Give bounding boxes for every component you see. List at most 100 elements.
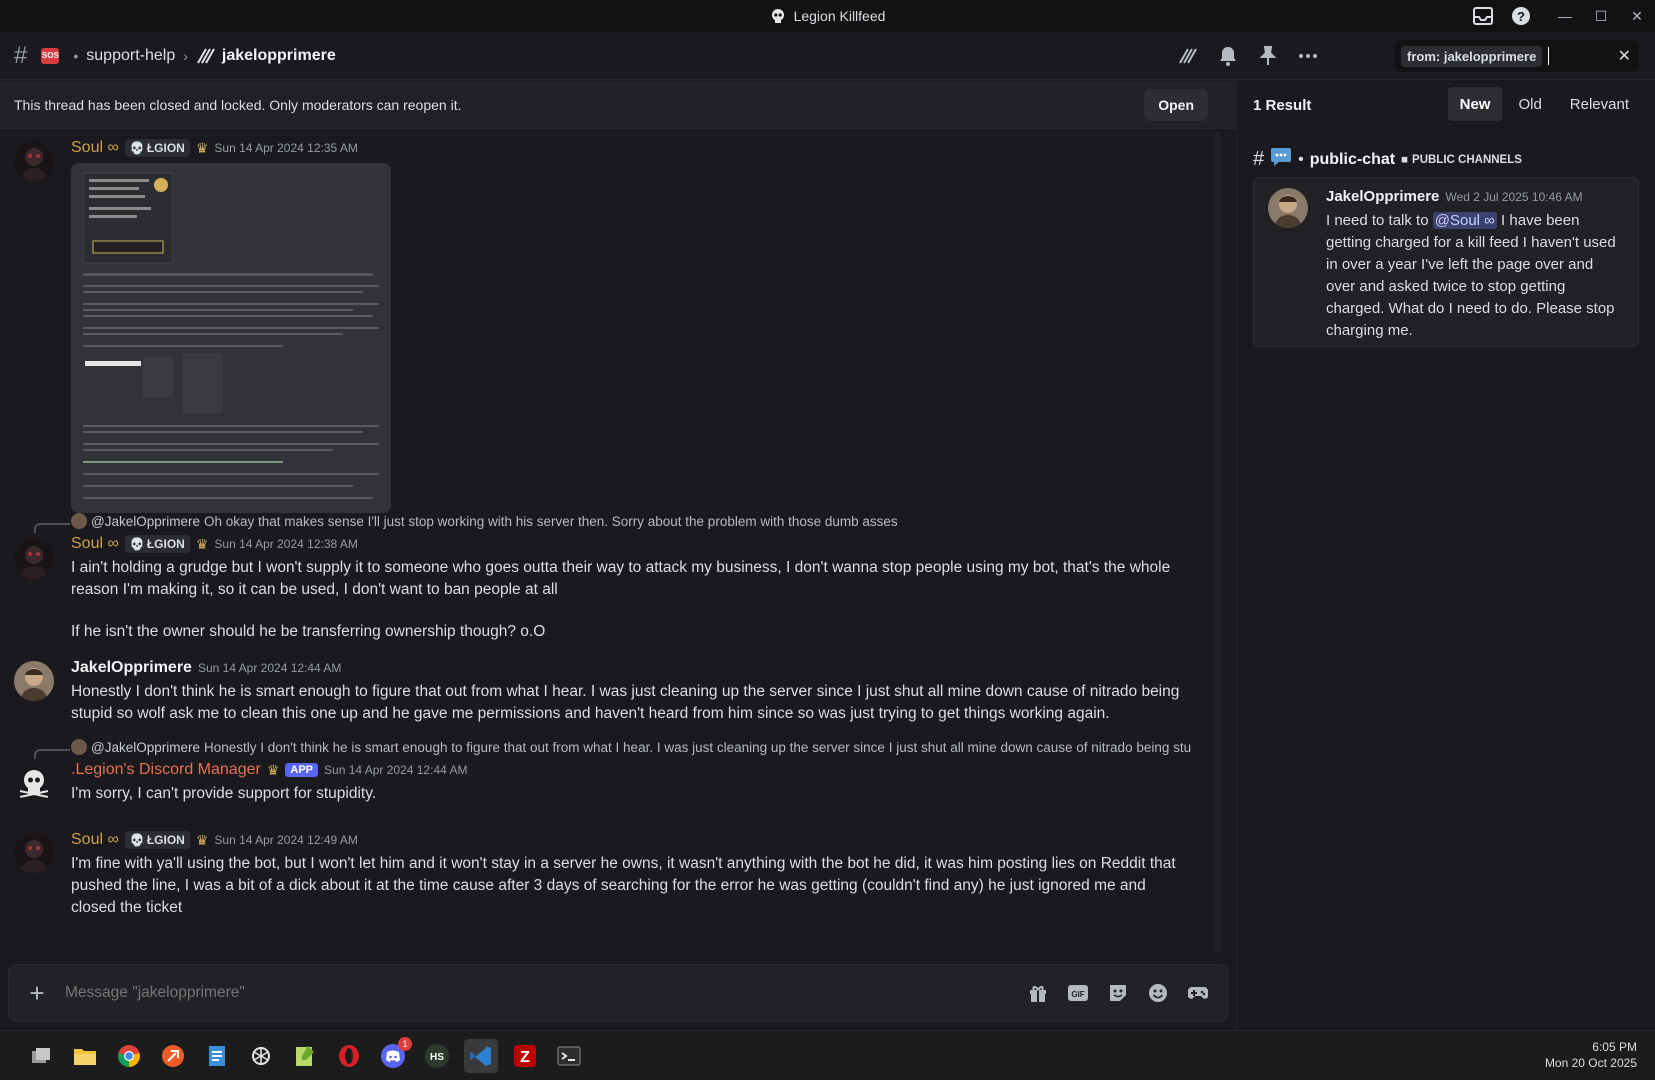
role-tag: 💀 ŁGION [124,831,190,849]
reply-avatar [71,513,87,529]
result-text: I need to talk to @Soul ∞ I have been ge… [1326,212,1616,339]
message-header: JakelOpprimere Sun 14 Apr 2024 12:44 AM [71,659,341,677]
username[interactable]: JakelOpprimere [1326,188,1439,205]
timestamp: Sun 14 Apr 2024 12:49 AM [214,833,358,847]
tab-new[interactable]: New [1447,87,1503,121]
result-channel-row[interactable]: # • public-chat ■ PUBLIC CHANNELS [1253,147,1522,172]
message-item: @JakelOpprimere Honestly I don't think h… [0,737,1220,811]
user-mention[interactable]: @Soul ∞ [1432,212,1497,229]
image-attachment[interactable] [71,163,391,513]
sos-icon: SOS [41,47,60,64]
username[interactable]: Soul ∞ [71,831,119,849]
opera-icon[interactable] [332,1039,366,1073]
open-thread-button[interactable]: Open [1144,89,1208,121]
sticker-icon[interactable] [1107,982,1129,1004]
bell-icon[interactable] [1217,45,1239,67]
clear-search-icon[interactable]: ✕ [1618,46,1631,66]
message-header: Soul ∞ 💀 ŁGION ♛ Sun 14 Apr 2024 12:38 AM [71,535,358,553]
result-channel-name[interactable]: public-chat [1310,151,1395,169]
username[interactable]: Soul ∞ [71,139,119,157]
avatar[interactable] [14,141,54,181]
taskbar-clock[interactable]: 6:05 PM Mon 20 Oct 2025 [1545,1039,1637,1071]
avatar[interactable] [1268,188,1308,228]
message-item: Soul ∞ 💀 ŁGION ♛ Sun 14 Apr 2024 12:49 AM… [0,829,1220,919]
avatar[interactable] [14,539,54,579]
search-filter-chip[interactable]: from: jakelopprimere [1401,45,1543,67]
reply-avatar [71,739,87,755]
notepadplusplus-icon[interactable] [288,1039,322,1073]
filezilla-icon[interactable]: Z [508,1039,542,1073]
activities-icon[interactable] [1187,982,1209,1004]
message-header: .Legion's Discord Manager ♛ APP Sun 14 A… [71,761,467,779]
reply-username: @JakelOpprimere [91,739,200,755]
message-pane: This thread has been closed and locked. … [0,81,1236,1030]
text-caret [1548,47,1550,65]
chrome-icon[interactable] [112,1039,146,1073]
maximize-button[interactable]: ☐ [1583,0,1619,32]
add-attachment-button[interactable]: + [9,978,65,1009]
more-options-icon[interactable] [1297,45,1319,67]
postman-icon[interactable] [156,1039,190,1073]
timestamp: Sun 14 Apr 2024 12:44 AM [324,763,468,777]
search-result-card[interactable]: JakelOpprimere Wed 2 Jul 2025 10:46 AM I… [1253,177,1639,347]
timestamp: Sun 14 Apr 2024 12:44 AM [197,661,342,675]
gift-icon[interactable] [1027,982,1049,1004]
username[interactable]: Soul ∞ [71,535,119,553]
avatar[interactable] [14,833,54,873]
avatar[interactable] [14,661,54,701]
task-view-icon[interactable] [24,1039,58,1073]
chatgpt-icon[interactable] [244,1039,278,1073]
minimize-button[interactable]: — [1547,0,1583,32]
result-header: JakelOpprimere Wed 2 Jul 2025 10:46 AM [1326,188,1583,205]
results-header: 1 Result New Old Relevant [1237,81,1655,129]
result-category: ■ PUBLIC CHANNELS [1401,153,1522,166]
chevron-right-icon: › [183,47,188,64]
message-text: I'm fine with ya'll using the bot, but I… [71,855,1176,916]
svg-text:Z: Z [520,1049,530,1066]
help-icon[interactable]: ? [1509,4,1533,28]
clock-date: Mon 20 Oct 2025 [1544,1056,1637,1070]
terminal-icon[interactable] [552,1039,586,1073]
message-header: Soul ∞ 💀 ŁGION ♛ Sun 14 Apr 2024 12:35 AM [71,139,358,157]
message-input[interactable] [65,984,1027,1002]
hs-app-icon[interactable]: HS [420,1039,454,1073]
inbox-icon[interactable] [1471,4,1495,28]
vscode-icon[interactable] [464,1038,498,1073]
username[interactable]: JakelOpprimere [71,659,192,677]
thread-icon [197,48,215,63]
role-tag: 💀 ŁGION [124,535,190,553]
window-title-group: Legion Killfeed [770,8,886,24]
search-input[interactable]: from: jakelopprimere ✕ [1395,40,1639,72]
file-explorer-icon[interactable] [68,1039,102,1073]
message-composer: + GIF [8,964,1228,1022]
channel-header: # SOS • support-help › jakelopprimere fr… [0,32,1655,80]
pin-icon[interactable] [1257,45,1279,67]
thread-hash-icon: # [14,41,28,69]
tab-old[interactable]: Old [1506,87,1553,121]
username[interactable]: .Legion's Discord Manager [71,761,261,779]
reply-spine [34,749,70,759]
timestamp: Wed 2 Jul 2025 10:46 AM [1445,189,1583,204]
taskbar: 1 HS Z 6:05 PM Mon 20 Oct 2025 [0,1030,1655,1080]
message-text: I ain't holding a grudge but I won't sup… [71,559,1171,598]
crown-icon: ♛ [195,139,209,156]
message-item: Soul ∞ 💀 ŁGION ♛ Sun 14 Apr 2024 12:35 AM [0,135,1220,513]
reply-preview[interactable]: @JakelOpprimere Honestly I don't think h… [71,739,1191,755]
clock-time: 6:05 PM [1592,1040,1637,1054]
tab-relevant[interactable]: Relevant [1558,87,1641,121]
reply-text: Honestly I don't think he is smart enoug… [204,739,1191,755]
breadcrumb-channel[interactable]: support-help [86,47,175,65]
skull-icon: 💀 [129,833,145,847]
reply-text: Oh okay that makes sense I'll just stop … [204,513,898,529]
reply-preview[interactable]: @JakelOpprimere Oh okay that makes sense… [71,513,1191,529]
threads-icon[interactable] [1177,45,1199,67]
gif-icon[interactable]: GIF [1067,982,1089,1004]
avatar[interactable] [14,763,54,803]
emoji-icon[interactable] [1147,982,1169,1004]
reply-username: @JakelOpprimere [91,513,200,529]
notepad-icon[interactable] [200,1039,234,1073]
discord-icon[interactable]: 1 [376,1036,412,1073]
close-window-button[interactable]: ✕ [1619,0,1655,32]
skull-icon: 💀 [129,141,145,155]
window-title: Legion Killfeed [793,8,886,24]
